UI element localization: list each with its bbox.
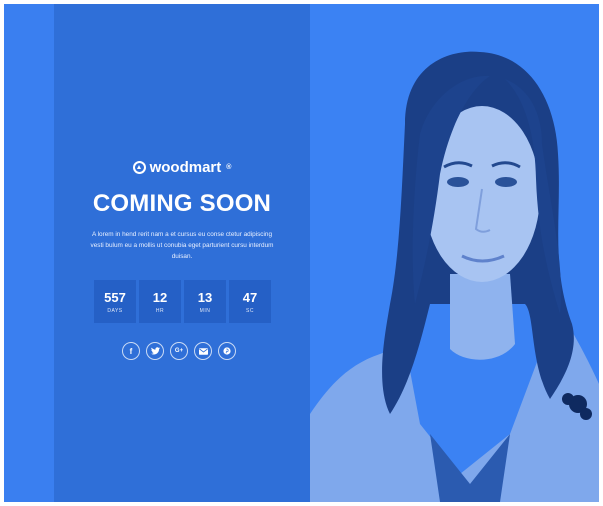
countdown-days: 557 DAYS bbox=[94, 280, 136, 323]
left-background-strip bbox=[4, 4, 54, 502]
brand-logo[interactable]: woodmart ® bbox=[54, 159, 310, 176]
countdown-minutes-label: MIN bbox=[199, 307, 211, 314]
countdown-seconds: 47 SC bbox=[229, 280, 271, 323]
countdown-days-label: DAYS bbox=[107, 307, 123, 314]
countdown-minutes: 13 MIN bbox=[184, 280, 226, 323]
countdown-timer: 557 DAYS 12 HR 13 MIN 47 SC bbox=[94, 280, 271, 323]
woodmart-logo-icon bbox=[132, 161, 146, 174]
countdown-minutes-value: 13 bbox=[197, 289, 213, 305]
woman-portrait-image bbox=[310, 51, 599, 502]
coming-soon-page: woodmart ® COMING SOON A lorem in hend re… bbox=[4, 4, 599, 502]
countdown-hours-label: HR bbox=[155, 307, 165, 314]
hero-image bbox=[310, 4, 599, 502]
countdown-seconds-label: SC bbox=[246, 307, 254, 314]
google-plus-icon[interactable]: G+ bbox=[170, 342, 188, 360]
countdown-days-value: 557 bbox=[104, 289, 126, 305]
page-description: A lorem in hend rerit nam a et cursus eu… bbox=[90, 231, 274, 260]
page-title: COMING SOON bbox=[92, 190, 272, 217]
trademark-symbol: ® bbox=[226, 164, 232, 171]
countdown-seconds-value: 47 bbox=[242, 289, 258, 305]
brand-name: woodmart bbox=[149, 159, 222, 176]
google-plus-glyph: G+ bbox=[174, 348, 184, 354]
content-panel: woodmart ® COMING SOON A lorem in hend re… bbox=[54, 4, 310, 502]
countdown-hours-value: 12 bbox=[152, 289, 168, 305]
countdown-hours: 12 HR bbox=[139, 280, 181, 323]
twitter-icon[interactable] bbox=[146, 342, 164, 360]
facebook-icon[interactable]: f bbox=[122, 342, 140, 360]
facebook-glyph: f bbox=[129, 346, 133, 356]
pinterest-icon[interactable] bbox=[218, 342, 236, 360]
email-icon[interactable] bbox=[194, 342, 212, 360]
social-links: f G+ bbox=[122, 342, 236, 360]
